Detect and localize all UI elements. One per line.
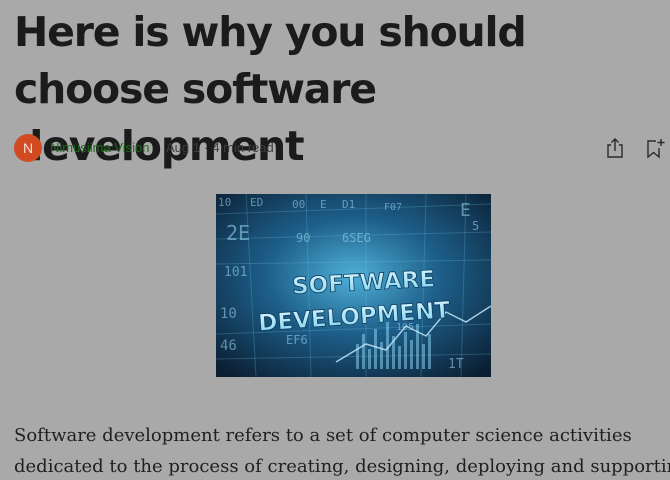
- publish-date: Aug 1: [166, 140, 200, 155]
- byline: N Nimusiima Vision Aug 1 · 4 min read: [14, 133, 670, 163]
- author-avatar[interactable]: N: [14, 134, 42, 162]
- hero-code: 1T: [448, 357, 464, 372]
- hero-code: EF6: [286, 333, 308, 347]
- hero-code: 46: [220, 338, 237, 354]
- hero-code: F07: [384, 202, 402, 213]
- article-body: Software development refers to a set of …: [14, 420, 670, 480]
- hero-code: D1: [342, 198, 355, 211]
- hero-code: 5: [472, 219, 479, 233]
- body-line: Software development refers to a set of …: [14, 425, 632, 446]
- hero-code: E: [460, 200, 471, 221]
- hero-code: 6SEG: [342, 231, 371, 245]
- hero-code: 90: [296, 231, 310, 245]
- share-button[interactable]: [604, 136, 626, 160]
- hero-code: 10: [220, 306, 237, 322]
- meta-separator: ·: [203, 140, 209, 155]
- article-meta: Aug 1 · 4 min read: [166, 140, 274, 155]
- hero-code: 00: [292, 198, 305, 211]
- article-page: Here is why you should choose software d…: [0, 0, 670, 480]
- bookmark-add-icon: [647, 139, 665, 159]
- hero-code: 101: [224, 265, 247, 280]
- hero-code: 10: [218, 196, 231, 209]
- hero-code: 2E: [226, 221, 250, 245]
- hero-code: E: [320, 198, 327, 211]
- author-name-link[interactable]: Nimusiima Vision: [50, 140, 149, 155]
- hero-image: 10 ED 00 E D1 F07 E 90 6SEG 2E 101 46 10…: [216, 194, 491, 377]
- share-icon: [607, 138, 623, 158]
- bookmark-button[interactable]: [644, 136, 666, 160]
- body-line: dedicated to the process of creating, de…: [14, 456, 670, 477]
- read-time: 4 min read: [212, 140, 274, 155]
- hero-code: ED: [250, 196, 263, 209]
